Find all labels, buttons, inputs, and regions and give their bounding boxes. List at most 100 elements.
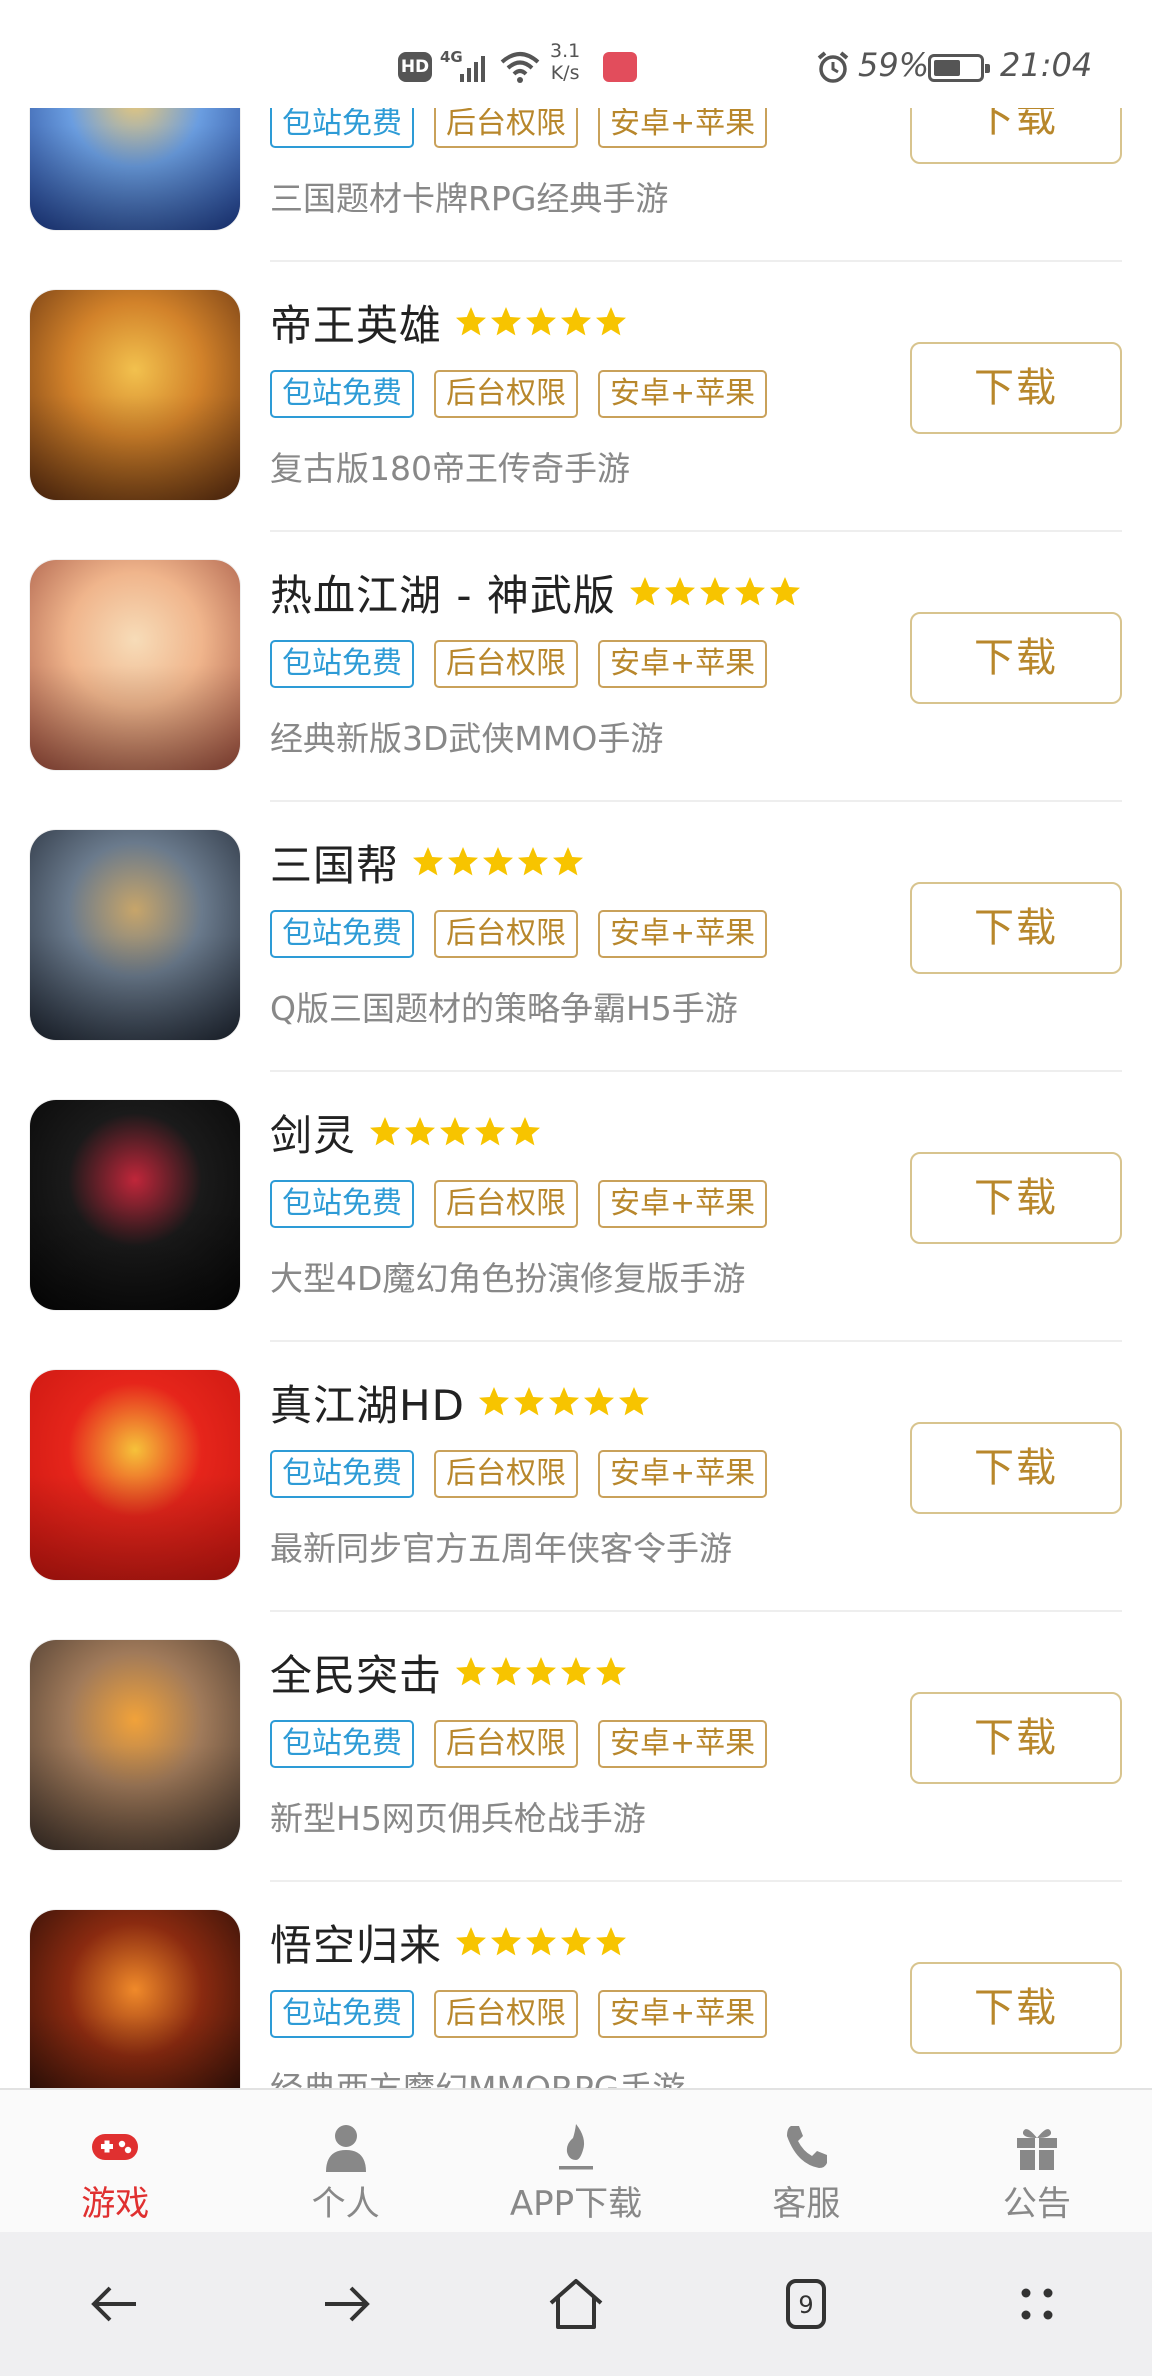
tab-phone[interactable]: 客服 [691,2090,921,2232]
tab-count: 9 [799,2291,814,2319]
home-button[interactable] [461,2232,691,2376]
download-button[interactable]: 下载 [910,1152,1122,1244]
tag-platform: 安卓+苹果 [598,910,768,958]
speed-unit: K/s [550,62,580,84]
star-icon [664,577,695,606]
blade-soul-logo-icon[interactable] [30,1100,240,1310]
download-button[interactable]: 下载 [910,612,1122,704]
game-description: 复古版180帝王传奇手游 [270,449,630,488]
game-description: 最新同步官方五周年侠客令手游 [270,1529,732,1568]
tag-free: 包站免费 [270,640,414,688]
star-icon [561,1657,592,1686]
emperor-hero-icon[interactable] [30,290,240,500]
game-title-area: 剑灵 [270,1102,543,1162]
tag-free: 包站免费 [270,1180,414,1228]
download-button[interactable]: 下载 [910,1422,1122,1514]
back-arrow-icon [91,2286,137,2322]
download-button[interactable]: 下载 [910,342,1122,434]
game-row[interactable]: 真江湖HD 包站免费 后台权限 安卓+苹果 最新同步官方五周年侠客令手游 下载 [0,1342,1152,1612]
tag-free: 包站免费 [270,1990,414,2038]
soldier-sunglasses-icon[interactable] [30,1640,240,1850]
game-description: 三国题材卡牌RPG经典手游 [270,179,669,218]
forward-arrow-button[interactable] [230,2232,460,2376]
star-icon [526,1657,557,1686]
anime-girl-icon[interactable] [30,560,240,770]
speed-value: 3.1 [550,40,581,62]
game-name: 悟空归来 [270,1920,443,1970]
game-name: 剑灵 [270,1110,357,1160]
tag-platform: 安卓+苹果 [598,1720,768,1768]
forward-arrow-icon [324,2286,370,2322]
tag-platform: 安卓+苹果 [598,370,768,418]
tag-free: 包站免费 [270,370,414,418]
zhen-jianghu-logo-icon[interactable] [30,1370,240,1580]
phone-icon [787,2126,828,2168]
tag-free: 包站免费 [270,910,414,958]
star-icon [618,1387,649,1416]
star-icon [699,577,730,606]
tag-group: 包站免费 后台权限 安卓+苹果 [270,910,787,958]
tab-gift[interactable]: 公告 [922,2090,1152,2232]
star-icon [448,847,479,876]
star-icon [629,577,660,606]
game-title-area: 帝王英雄 [270,292,629,352]
star-icon [561,307,592,336]
tab-flame-download[interactable]: APP下载 [461,2090,691,2232]
game-row[interactable]: 三国帮 包站免费 后台权限 安卓+苹果 Q版三国题材的策略争霸H5手游 下载 [0,802,1152,1072]
game-row[interactable]: 帝王英雄 包站免费 后台权限 安卓+苹果 复古版180帝王传奇手游 下载 [0,262,1152,532]
tabs-icon: 9 [786,2279,827,2329]
rating-stars [368,1115,543,1149]
star-icon [491,307,522,336]
rating-stars [628,575,803,609]
game-description: 经典西方魔幻MMORPG手游 [270,2062,685,2088]
home-icon [549,2279,603,2329]
rating-stars [411,845,586,879]
back-arrow-button[interactable] [0,2232,230,2376]
game-name: 三国帮 [270,840,400,890]
rating-stars [454,1655,629,1689]
star-icon [491,1657,522,1686]
game-row[interactable]: 全民突击 包站免费 后台权限 安卓+苹果 新型H5网页佣兵枪战手游 下载 [0,1612,1152,1882]
flame-download-icon [559,2124,594,2170]
game-row[interactable]: 热血江湖 - 神武版 包站免费 后台权限 安卓+苹果 经典新版3D武侠MMO手游… [0,532,1152,802]
star-icon [526,307,557,336]
download-button[interactable]: 下载 [910,882,1122,974]
game-title-area: 悟空归来 [270,1912,629,1972]
tag-platform: 安卓+苹果 [598,1450,768,1498]
tab-person[interactable]: 个人 [230,2090,460,2232]
status-bar: HD 4G 3.1 K/s 59% 21:04 [0,0,1152,108]
tab-label: 个人 [311,2184,380,2224]
game-row[interactable]: 悟空归来 包站免费 后台权限 安卓+苹果 经典西方魔幻MMORPG手游 下载 [0,1882,1152,2088]
menu-dots-button[interactable] [922,2232,1152,2376]
tag-group: 包站免费 后台权限 安卓+苹果 [270,640,787,688]
tag-free: 包站免费 [270,1450,414,1498]
warrior-portrait-icon[interactable] [30,830,240,1040]
wukong-fire-icon[interactable] [30,1910,240,2088]
star-icon [413,847,444,876]
tag-admin: 后台权限 [434,910,578,958]
star-icon [483,847,514,876]
game-description: 新型H5网页佣兵枪战手游 [270,1799,646,1838]
game-row[interactable]: 剑灵 包站免费 后台权限 安卓+苹果 大型4D魔幻角色扮演修复版手游 下载 [0,1072,1152,1342]
download-button[interactable]: 下载 [910,1692,1122,1784]
tag-platform: 安卓+苹果 [598,640,768,688]
gamepad-icon [92,2134,139,2160]
star-icon [596,1927,627,1956]
star-icon [491,1927,522,1956]
game-list: 包站免费 后台权限 安卓+苹果 三国题材卡牌RPG经典手游 下载 帝王英雄 包站… [0,0,1152,2088]
tag-admin: 后台权限 [434,370,578,418]
tag-admin: 后台权限 [434,1720,578,1768]
star-icon [526,1927,557,1956]
game-name: 真江湖HD [270,1380,465,1430]
bottom-tab-bar: 游戏 个人 APP下载 客服 公告 [0,2088,1152,2232]
tab-gamepad[interactable]: 游戏 [0,2090,230,2232]
star-icon [456,307,487,336]
battery-icon [928,54,990,82]
tabs-button[interactable]: 9 [691,2232,921,2376]
game-name: 热血江湖 - 神武版 [270,570,616,620]
clock: 21:04 [1000,46,1093,84]
browser-nav-bar: 9 [0,2232,1152,2376]
tag-group: 包站免费 后台权限 安卓+苹果 [270,1720,787,1768]
download-button[interactable]: 下载 [910,1962,1122,2054]
tag-group: 包站免费 后台权限 安卓+苹果 [270,1990,787,2038]
